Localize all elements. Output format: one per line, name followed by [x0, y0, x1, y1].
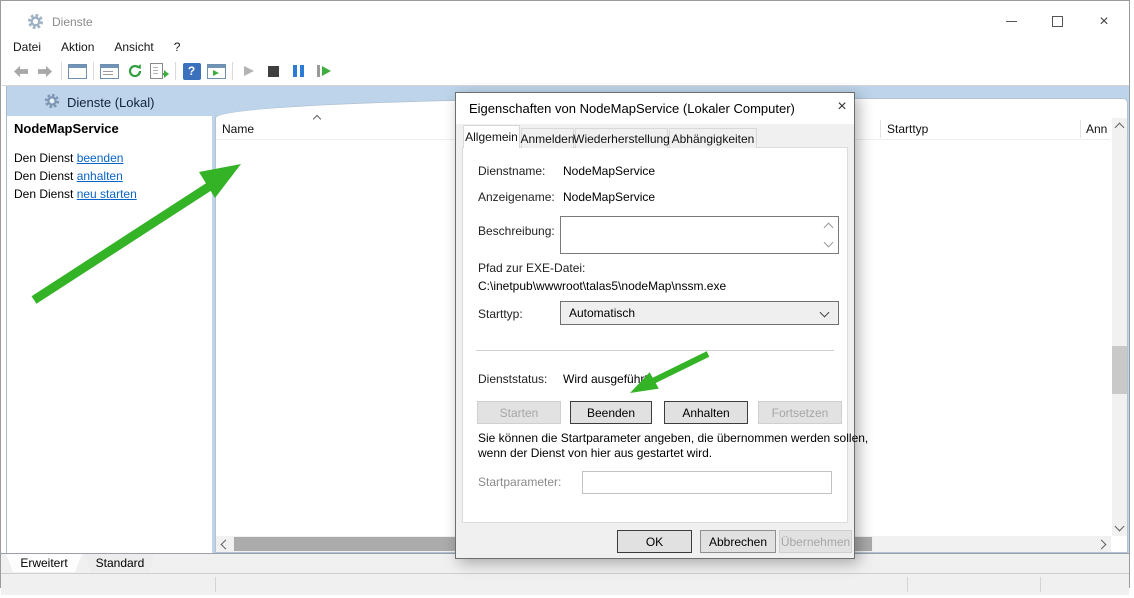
menu-help[interactable]: ?: [164, 38, 191, 56]
action-stop-line: Den Dienst beenden: [14, 151, 123, 165]
vertical-scrollbar[interactable]: [1112, 118, 1127, 536]
abbrechen-button[interactable]: Abbrechen: [700, 530, 776, 553]
maximize-button[interactable]: [1034, 9, 1080, 34]
column-divider[interactable]: [880, 120, 881, 138]
startparameter-label: Startparameter:: [478, 475, 561, 489]
anzeigename-value: NodeMapService: [563, 190, 655, 204]
dialog-title: Eigenschaften von NodeMapService (Lokale…: [469, 101, 795, 116]
menu-datei[interactable]: Datei: [3, 38, 51, 56]
statusbar-divider: [907, 577, 908, 592]
scroll-right-button[interactable]: [1095, 536, 1111, 552]
help-icon[interactable]: ?: [179, 60, 204, 82]
scroll-up-button[interactable]: [1112, 118, 1127, 134]
tab-wiederherstellung[interactable]: Wiederherstellung: [575, 128, 668, 148]
scroll-up-icon[interactable]: [824, 223, 834, 233]
scroll-down-button[interactable]: [1112, 520, 1127, 536]
scope-header[interactable]: Dienste (Lokal): [67, 95, 154, 110]
tab-standard[interactable]: Standard: [84, 554, 156, 572]
menu-bar: Datei Aktion Ansicht ?: [3, 36, 190, 57]
toolbar-separator: [61, 62, 62, 80]
dialog-close-icon[interactable]: ×: [830, 95, 854, 119]
minimize-button[interactable]: [988, 9, 1034, 34]
stop-service-icon[interactable]: [261, 60, 286, 82]
toolbar: ?: [2, 57, 1129, 86]
beenden-button[interactable]: Beenden: [570, 401, 652, 424]
starten-button[interactable]: Starten: [477, 401, 561, 424]
toolbar-separator: [93, 62, 94, 80]
beschreibung-label: Beschreibung:: [478, 224, 555, 238]
refresh-list-icon[interactable]: [122, 60, 147, 82]
scroll-down-icon[interactable]: [824, 238, 834, 248]
pause-service-icon[interactable]: [286, 60, 311, 82]
selected-service-title: NodeMapService: [14, 121, 119, 136]
chevron-down-icon: [820, 308, 830, 318]
starttyp-label: Starttyp:: [478, 307, 523, 321]
fortsetzen-button[interactable]: Fortsetzen: [758, 401, 842, 424]
properties-icon[interactable]: [97, 60, 122, 82]
window-title: Dienste: [52, 15, 93, 29]
dienstname-value: NodeMapService: [563, 164, 655, 178]
forward-icon[interactable]: [33, 60, 58, 82]
show-console-tree-icon[interactable]: [65, 60, 90, 82]
column-header-starttyp[interactable]: Starttyp: [887, 122, 928, 136]
action-pause-line: Den Dienst anhalten: [14, 169, 123, 183]
ok-button[interactable]: OK: [617, 530, 692, 553]
tab-allgemein[interactable]: Allgemein: [463, 125, 520, 148]
tab-anmelden[interactable]: Anmelden: [521, 128, 574, 148]
status-bar: [1, 573, 1129, 595]
uebernehmen-button[interactable]: Übernehmen: [779, 530, 852, 553]
dienststatus-label: Dienststatus:: [478, 372, 547, 386]
action-restart-line: Den Dienst neu starten: [14, 187, 137, 201]
export-list-icon[interactable]: [147, 60, 172, 82]
vertical-scrollbar-thumb[interactable]: [1112, 346, 1127, 394]
anzeigename-label: Anzeigename:: [478, 190, 555, 204]
statusbar-divider: [1040, 577, 1041, 592]
menu-aktion[interactable]: Aktion: [51, 38, 104, 56]
restart-service-link[interactable]: neu starten: [77, 187, 137, 201]
app-gear-icon: [27, 13, 44, 35]
starttyp-select[interactable]: Automatisch: [560, 301, 839, 325]
startparameter-hint-line1: Sie können die Startparameter angeben, d…: [478, 431, 868, 445]
startparameter-input[interactable]: [582, 471, 832, 494]
pfad-value: C:\inetpub\wwwroot\talas5\nodeMap\nssm.e…: [478, 279, 726, 293]
tab-abhaengigkeiten[interactable]: Abhängigkeiten: [669, 128, 757, 148]
toolbar-separator: [232, 62, 233, 80]
pause-service-link[interactable]: anhalten: [77, 169, 123, 183]
tab-erweitert[interactable]: Erweitert: [6, 554, 82, 572]
column-header-name[interactable]: Name: [222, 122, 254, 136]
screen: ∨ nodeMap_du Dienste × Datei Aktion Ansi…: [0, 0, 1134, 598]
column-divider[interactable]: [1080, 120, 1081, 138]
dienstname-label: Dienstname:: [478, 164, 545, 178]
anhalten-button[interactable]: Anhalten: [664, 401, 748, 424]
scroll-left-button[interactable]: [216, 536, 232, 552]
back-icon[interactable]: [8, 60, 33, 82]
startparameter-hint-line2: wenn der Dienst von hier aus gestartet w…: [478, 446, 712, 460]
column-header-anmelden[interactable]: Ann: [1086, 122, 1107, 136]
pfad-label: Pfad zur EXE-Datei:: [478, 261, 585, 275]
toolbar-separator: [175, 62, 176, 80]
stop-service-link[interactable]: beenden: [77, 151, 124, 165]
dialog-separator: [476, 350, 834, 351]
start-service-icon[interactable]: [236, 60, 261, 82]
beschreibung-textarea[interactable]: [560, 216, 839, 254]
statusbar-divider: [215, 577, 216, 592]
close-button[interactable]: ×: [1080, 9, 1128, 34]
scope-gear-icon: [44, 93, 60, 114]
menu-ansicht[interactable]: Ansicht: [104, 38, 163, 56]
dienststatus-value: Wird ausgeführt: [563, 372, 648, 386]
show-extended-view-icon[interactable]: [204, 60, 229, 82]
restart-service-icon[interactable]: [311, 60, 336, 82]
